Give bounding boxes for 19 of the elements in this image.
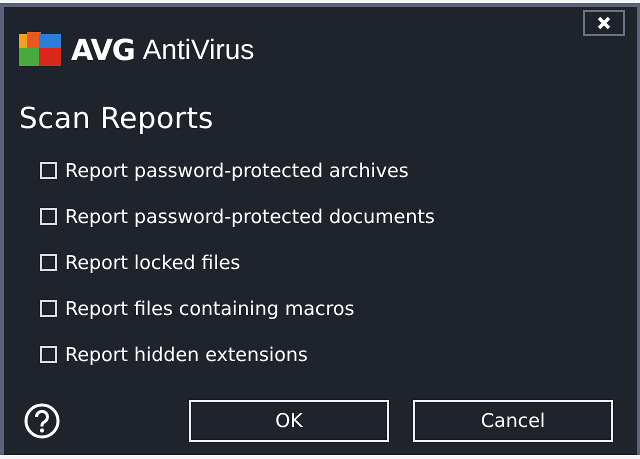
ok-button[interactable]: OK	[189, 400, 389, 442]
product-name: AntiVirus	[142, 34, 254, 66]
dialog-title: Scan Reports	[19, 101, 215, 135]
checkbox[interactable]	[40, 162, 57, 179]
close-button[interactable]	[583, 10, 625, 36]
checkbox[interactable]	[40, 300, 57, 317]
logo-icon	[19, 32, 63, 68]
checkbox-label: Report hidden extensions	[65, 344, 308, 366]
help-icon[interactable]	[24, 403, 60, 439]
checkbox[interactable]	[40, 254, 57, 271]
checkbox[interactable]	[40, 346, 57, 363]
checkbox[interactable]	[40, 208, 57, 225]
checkbox-label: Report password-protected archives	[65, 160, 409, 182]
checkbox-label: Report files containing macros	[65, 298, 354, 320]
cancel-button[interactable]: Cancel	[413, 400, 613, 442]
checkbox-label: Report locked files	[65, 252, 240, 274]
brand-name: AVG	[71, 33, 135, 67]
checkbox-label: Report password-protected documents	[65, 206, 435, 228]
close-icon	[597, 16, 611, 30]
